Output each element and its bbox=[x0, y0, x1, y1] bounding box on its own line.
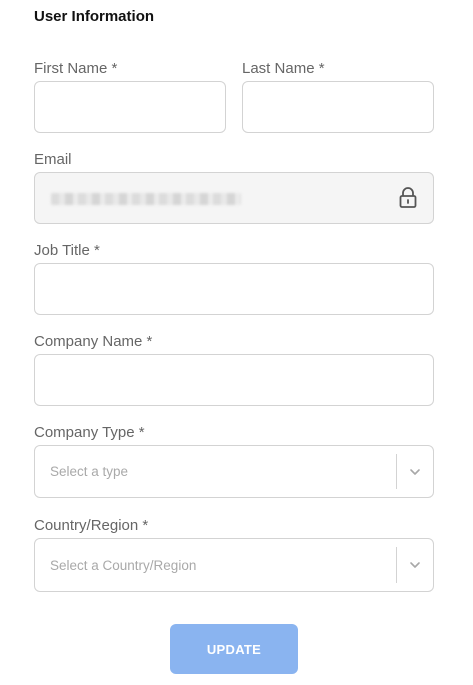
country-region-placeholder: Select a Country/Region bbox=[50, 557, 197, 573]
lock-icon bbox=[399, 187, 417, 208]
last-name-field[interactable] bbox=[242, 81, 434, 133]
chevron-down-icon[interactable] bbox=[409, 467, 421, 477]
email-field bbox=[34, 172, 434, 224]
chevron-down-icon[interactable] bbox=[409, 560, 421, 570]
company-type-placeholder: Select a type bbox=[50, 464, 129, 479]
section-title: User Information bbox=[34, 8, 155, 25]
company-type-label: Company Type * bbox=[34, 424, 145, 441]
first-name-input[interactable] bbox=[35, 82, 225, 132]
job-title-label: Job Title * bbox=[34, 242, 100, 259]
country-region-select[interactable]: Select a Country/Region bbox=[34, 538, 434, 592]
job-title-field[interactable] bbox=[34, 263, 434, 315]
first-name-field[interactable] bbox=[34, 81, 226, 133]
update-button[interactable]: UPDATE bbox=[170, 624, 298, 674]
last-name-label: Last Name * bbox=[242, 60, 325, 77]
country-region-label: Country/Region * bbox=[34, 517, 149, 534]
company-name-label: Company Name * bbox=[34, 333, 153, 350]
email-redacted-value bbox=[51, 193, 241, 205]
company-name-input[interactable] bbox=[35, 355, 433, 405]
email-label: Email bbox=[34, 151, 72, 168]
company-name-field[interactable] bbox=[34, 354, 434, 406]
select-divider bbox=[396, 454, 397, 489]
select-divider bbox=[396, 547, 397, 583]
company-type-select[interactable]: Select a type bbox=[34, 445, 434, 498]
job-title-input[interactable] bbox=[35, 264, 433, 314]
last-name-input[interactable] bbox=[243, 82, 433, 132]
first-name-label: First Name * bbox=[34, 60, 118, 77]
